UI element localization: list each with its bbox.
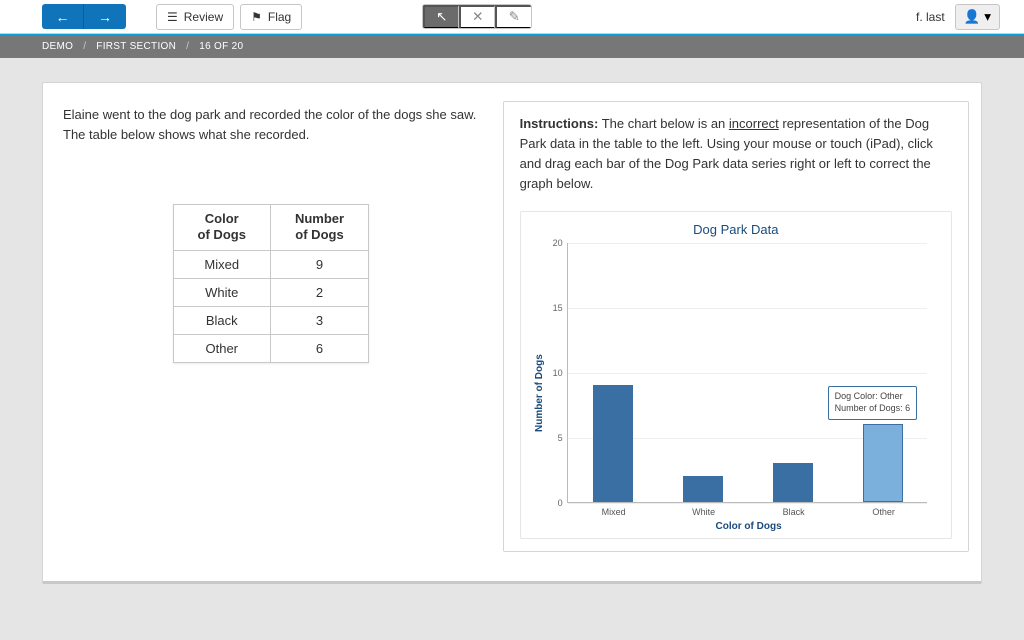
breadcrumb: DEMO / FIRST SECTION / 16 OF 20	[0, 34, 1024, 58]
instr-underline: incorrect	[729, 116, 779, 131]
cell-color: Black	[173, 306, 270, 334]
user-menu-button[interactable]: 👤 ▾	[955, 4, 1000, 30]
ytick-label: 15	[553, 303, 563, 313]
table-row: Black3	[173, 306, 369, 334]
instructions-text: Instructions: The chart below is an inco…	[520, 114, 952, 195]
cell-color: Mixed	[173, 250, 270, 278]
tooltip-line2: Number of Dogs: 6	[835, 403, 911, 415]
cell-count: 3	[270, 306, 368, 334]
tool-mode-group: ↖ ✕ ✎	[422, 4, 532, 29]
breadcrumb-sep: /	[186, 41, 189, 52]
user-area: f. last 👤 ▾	[916, 0, 1024, 33]
tooltip-line1: Dog Color: Other	[835, 391, 911, 403]
next-button[interactable]: →	[84, 4, 126, 29]
caret-down-icon: ▾	[984, 9, 991, 25]
cell-color: Other	[173, 334, 270, 362]
xtick-label: Other	[839, 503, 929, 517]
review-flag-group: ☰ Review ⚑ Flag	[156, 4, 302, 29]
gridline	[568, 308, 927, 309]
instructions-card: Instructions: The chart below is an inco…	[503, 101, 969, 552]
chart-tooltip: Dog Color: OtherNumber of Dogs: 6	[828, 386, 918, 419]
arrow-right-icon: →	[98, 9, 112, 25]
gridline	[568, 243, 927, 244]
table-row: White2	[173, 278, 369, 306]
chart-xticks: MixedWhiteBlackOther	[569, 503, 929, 517]
xtick-label: White	[659, 503, 749, 517]
breadcrumb-section[interactable]: FIRST SECTION	[96, 41, 176, 52]
cell-count: 6	[270, 334, 368, 362]
ytick-label: 20	[553, 238, 563, 248]
xtick-label: Black	[749, 503, 839, 517]
flag-icon: ⚑	[251, 10, 262, 24]
wand-tool-button[interactable]: ✎	[495, 5, 531, 29]
cursor-tool-button[interactable]: ↖	[423, 5, 459, 29]
flag-button[interactable]: ⚑ Flag	[240, 4, 302, 30]
instr-pre: The chart below is an	[598, 116, 729, 131]
xtick-label: Mixed	[569, 503, 659, 517]
table-row: Other6	[173, 334, 369, 362]
table-header-color: Colorof Dogs	[173, 205, 270, 251]
clear-tool-button[interactable]: ✕	[459, 5, 495, 29]
breadcrumb-sep: /	[83, 41, 86, 52]
wand-icon: ✎	[509, 9, 520, 25]
question-prompt: Elaine went to the dog park and recorded…	[63, 105, 479, 144]
review-button[interactable]: ☰ Review	[156, 4, 234, 30]
nav-button-group: ← →	[42, 4, 126, 29]
breadcrumb-demo[interactable]: DEMO	[42, 41, 73, 52]
chart-plot[interactable]: Dog Color: OtherNumber of Dogs: 6	[567, 243, 927, 503]
ytick-label: 10	[553, 368, 563, 378]
gridline	[568, 373, 927, 374]
chart-bar[interactable]	[863, 424, 903, 502]
arrow-left-icon: ←	[56, 9, 70, 25]
top-toolbar: ← → ☰ Review ⚑ Flag ↖ ✕ ✎ f. last 👤 ▾	[0, 0, 1024, 34]
list-icon: ☰	[167, 10, 178, 24]
dog-data-table: Colorof Dogs Numberof Dogs Mixed9White2B…	[173, 204, 370, 363]
ytick-label: 0	[558, 498, 563, 508]
instructions-label: Instructions:	[520, 116, 599, 131]
chart-bar[interactable]	[773, 463, 813, 502]
table-header-number: Numberof Dogs	[270, 205, 368, 251]
cell-count: 2	[270, 278, 368, 306]
chart-bar[interactable]	[683, 476, 723, 502]
review-label: Review	[184, 10, 223, 24]
question-left-col: Elaine went to the dog park and recorded…	[43, 101, 503, 563]
question-right-col: Instructions: The chart below is an inco…	[503, 101, 981, 563]
chart-title: Dog Park Data	[533, 222, 939, 237]
flag-label: Flag	[268, 10, 291, 24]
clear-icon: ✕	[472, 9, 483, 25]
cursor-icon: ↖	[436, 9, 447, 25]
breadcrumb-progress: 16 OF 20	[199, 41, 243, 52]
chart-ylabel: Number of Dogs	[533, 243, 545, 503]
user-name: f. last	[916, 10, 945, 24]
question-card: Elaine went to the dog park and recorded…	[42, 82, 982, 584]
chart-plot-area: Number of Dogs 05101520 Dog Color: Other…	[533, 243, 939, 503]
chart-bar[interactable]	[593, 385, 633, 502]
avatar-icon: 👤	[964, 9, 981, 25]
table-row: Mixed9	[173, 250, 369, 278]
prev-button[interactable]: ←	[42, 4, 84, 29]
chart-xlabel: Color of Dogs	[569, 517, 929, 532]
cell-color: White	[173, 278, 270, 306]
cell-count: 9	[270, 250, 368, 278]
ytick-label: 5	[558, 433, 563, 443]
chart-container: Dog Park Data Number of Dogs 0 5 10 15 20 Do…	[520, 211, 952, 539]
gridline	[568, 503, 927, 504]
chart-yaxis: 05101520	[545, 243, 567, 503]
